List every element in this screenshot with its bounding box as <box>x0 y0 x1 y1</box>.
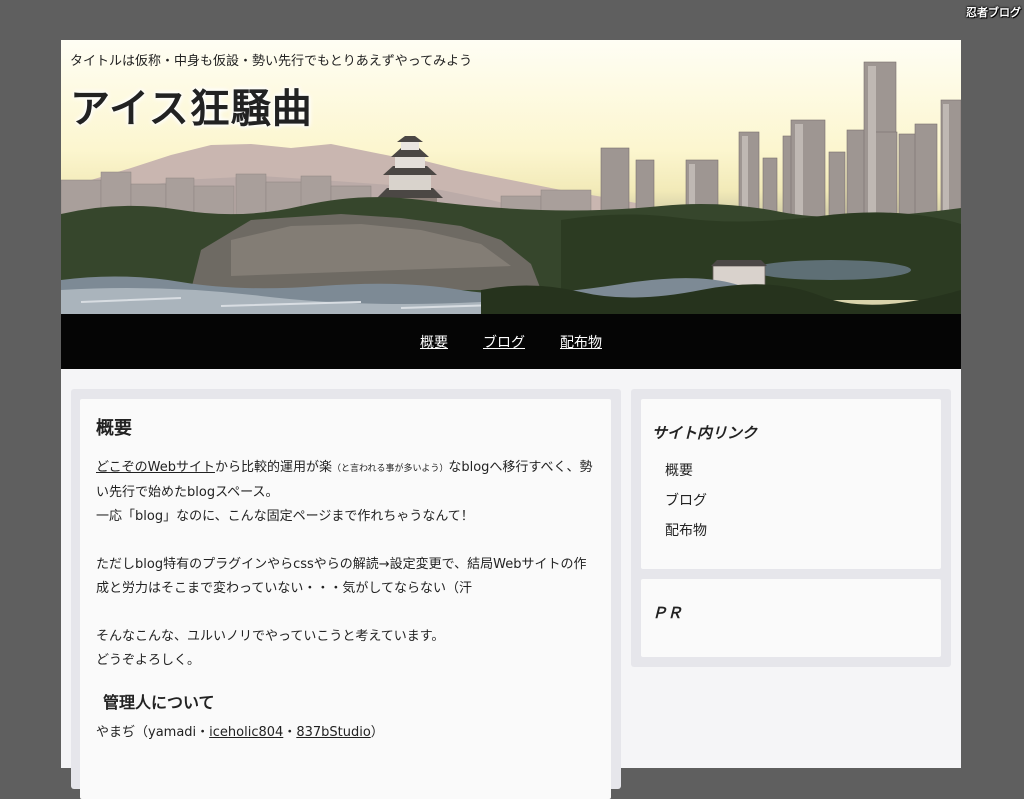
pr-title: ＰＲ <box>652 604 683 622</box>
website-link[interactable]: どこぞのWebサイト <box>96 460 215 475</box>
main-nav: 概要 ブログ 配布物 <box>61 314 961 369</box>
studio-link[interactable]: 837bStudio <box>296 725 370 740</box>
sidebar-link-blog[interactable]: ブログ <box>665 493 707 509</box>
admin-heading: 管理人について <box>103 693 215 712</box>
site-links-list: 概要 ブログ 配布物 <box>641 460 941 550</box>
sidebar-item-downloads: 配布物 <box>665 520 941 550</box>
admin-sep: ・ <box>283 725 297 740</box>
intro-small-note: （と言われる事が多いよう） <box>331 464 449 474</box>
site-links-widget: サイト内リンク 概要 ブログ 配布物 <box>641 399 941 569</box>
admin-name: やまぢ（yamadi・ <box>96 725 210 740</box>
site-tagline: タイトルは仮称・中身も仮設・勢い先行でもとりあえずやってみよう <box>70 54 473 69</box>
site-header: タイトルは仮称・中身も仮設・勢い先行でもとりあえずやってみよう アイス狂騒曲 <box>61 40 961 314</box>
site-links-title: サイト内リンク <box>652 424 758 442</box>
nav-item-overview[interactable]: 概要 <box>420 332 448 352</box>
admin-line: やまぢ（yamadi・iceholic804・837bStudio） <box>96 721 595 745</box>
third-paragraph-line-1: そんなこんな、ユルいノリでやっていこうと考えています。 <box>96 629 445 644</box>
iceholic-link[interactable]: iceholic804 <box>209 725 283 740</box>
main-column: 概要 どこぞのWebサイトから比較的運用が楽（と言われる事が多いよう）なblog… <box>71 389 621 799</box>
article: 概要 どこぞのWebサイトから比較的運用が楽（と言われる事が多いよう）なblog… <box>80 399 611 745</box>
pr-widget: ＰＲ <box>641 579 941 657</box>
sidebar-item-blog: ブログ <box>665 490 941 520</box>
nav-item-downloads[interactable]: 配布物 <box>560 332 602 352</box>
sidebar: サイト内リンク 概要 ブログ 配布物 ＰＲ <box>631 389 951 667</box>
sidebar-item-overview: 概要 <box>665 460 941 490</box>
intro-line-2: 一応「blog」なのに、こんな固定ページまで作れちゃうなんて！ <box>96 509 474 524</box>
sidebar-link-overview[interactable]: 概要 <box>665 463 693 479</box>
ninja-blog-badge[interactable]: 忍者ブログ <box>966 4 1021 20</box>
third-paragraph-line-2: どうぞよろしく。 <box>96 653 201 668</box>
intro-text-a: から比較的運用が楽 <box>214 460 332 475</box>
site-title-link[interactable]: アイス狂騒曲 <box>70 76 313 134</box>
second-paragraph: ただしblog特有のプラグインやらcssやらの解読→設定変更で、結局Webサイト… <box>96 557 587 596</box>
intro-paragraph: どこぞのWebサイトから比較的運用が楽（と言われる事が多いよう）なblogへ移行… <box>96 456 595 505</box>
page-container: タイトルは仮称・中身も仮設・勢い先行でもとりあえずやってみよう アイス狂騒曲 概… <box>61 40 961 799</box>
nav-item-blog[interactable]: ブログ <box>483 332 525 352</box>
article-card: 概要 どこぞのWebサイトから比較的運用が楽（と言われる事が多いよう）なblog… <box>80 399 611 799</box>
admin-end: ） <box>370 725 384 740</box>
article-heading: 概要 <box>96 418 132 439</box>
sidebar-link-downloads[interactable]: 配布物 <box>665 523 707 539</box>
